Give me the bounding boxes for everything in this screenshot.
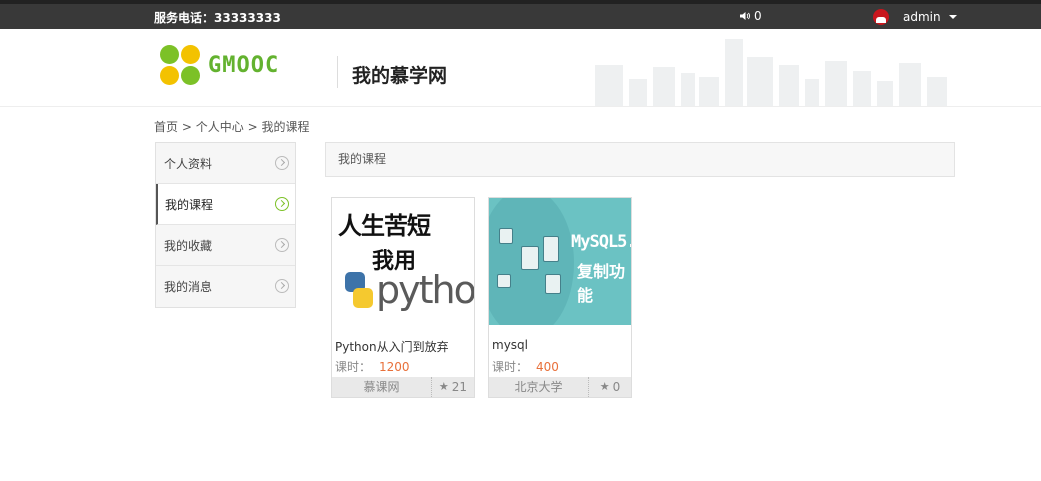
document-icon: [521, 246, 539, 270]
header-divider: [337, 56, 338, 88]
username: admin: [903, 10, 941, 24]
course-favorites: ★ 0: [589, 377, 631, 397]
python-logo-icon: [345, 272, 373, 308]
logo-text: GMOOC: [208, 52, 280, 78]
notification[interactable]: 0: [740, 9, 762, 23]
side-item-label: 我的消息: [164, 280, 213, 294]
document-icon: [545, 274, 561, 294]
document-icon: [543, 236, 559, 262]
side-item-profile[interactable]: 个人资料: [156, 143, 295, 184]
user-menu[interactable]: admin: [873, 9, 957, 25]
top-bar: 服务电话：33333333 0 admin: [0, 0, 1041, 29]
avatar: [873, 9, 889, 25]
course-card[interactable]: 人生苦短 我用 python Python从入门到放弃 课时： 1200 慕课网 …: [331, 197, 475, 398]
course-org: 北京大学: [489, 377, 589, 397]
star-icon: ★: [438, 380, 449, 393]
course-hours: 课时： 400: [492, 358, 559, 375]
server-icon: [497, 274, 511, 288]
side-item-my-courses[interactable]: 我的课程: [156, 184, 295, 225]
breadcrumb-separator: >: [247, 120, 258, 134]
course-card[interactable]: MySQL5.7 复制功能 mysql 课时： 400 北京大学 ★ 0: [488, 197, 632, 398]
side-item-messages[interactable]: 我的消息: [156, 266, 295, 307]
skyline-decoration: [595, 37, 955, 106]
chevron-right-icon: [275, 238, 289, 252]
course-footer: 北京大学 ★ 0: [489, 377, 631, 397]
favorites-count: 21: [451, 380, 468, 394]
breadcrumb-current: 我的课程: [261, 120, 310, 134]
side-item-label: 我的收藏: [164, 238, 213, 253]
breadcrumb: 首页 > 个人中心 > 我的课程: [154, 118, 309, 135]
course-hours: 课时： 1200: [335, 358, 410, 375]
database-icon: [499, 228, 513, 244]
side-item-favorites[interactable]: 我的收藏: [156, 225, 295, 266]
thumb-caption: 人生苦短: [338, 212, 431, 240]
header: GMOOC 我的慕学网: [0, 29, 1041, 107]
speaker-icon: [740, 12, 750, 20]
side-item-label: 我的课程: [165, 197, 214, 212]
breadcrumb-separator: >: [181, 120, 192, 134]
course-name[interactable]: Python从入门到放弃: [335, 338, 449, 355]
panel-title: 我的课程: [325, 142, 955, 177]
chevron-right-icon: [275, 156, 289, 170]
side-menu: 个人资料 我的课程 我的收藏 我的消息: [155, 142, 296, 308]
logo[interactable]: GMOOC: [160, 45, 279, 85]
service-phone: 服务电话：33333333: [154, 11, 281, 25]
course-thumbnail[interactable]: 人生苦短 我用 python: [332, 198, 474, 325]
breadcrumb-home[interactable]: 首页: [154, 120, 178, 134]
hours-label: 课时：: [335, 360, 372, 374]
favorites-count: 0: [612, 380, 621, 394]
chevron-right-icon: [275, 279, 289, 293]
star-icon: ★: [599, 380, 610, 393]
hours-value: 400: [536, 360, 559, 374]
thumb-caption: MySQL5.7: [571, 232, 631, 252]
course-thumbnail[interactable]: MySQL5.7 复制功能: [489, 198, 631, 325]
course-footer: 慕课网 ★ 21: [332, 377, 474, 397]
logo-mark-icon: [160, 45, 200, 85]
side-item-label: 个人资料: [164, 156, 213, 171]
thumb-caption: 复制功能: [577, 262, 626, 305]
breadcrumb-user-center[interactable]: 个人中心: [196, 120, 244, 134]
chevron-right-icon: [275, 197, 289, 211]
thumb-wordmark: python: [376, 268, 474, 312]
caret-down-icon: [948, 15, 957, 19]
course-name[interactable]: mysql: [492, 338, 528, 352]
notification-count: 0: [754, 9, 762, 23]
hours-label: 课时：: [492, 360, 529, 374]
course-org: 慕课网: [332, 377, 432, 397]
course-favorites: ★ 21: [432, 377, 474, 397]
hours-value: 1200: [379, 360, 410, 374]
page-title: 我的慕学网: [352, 65, 448, 87]
